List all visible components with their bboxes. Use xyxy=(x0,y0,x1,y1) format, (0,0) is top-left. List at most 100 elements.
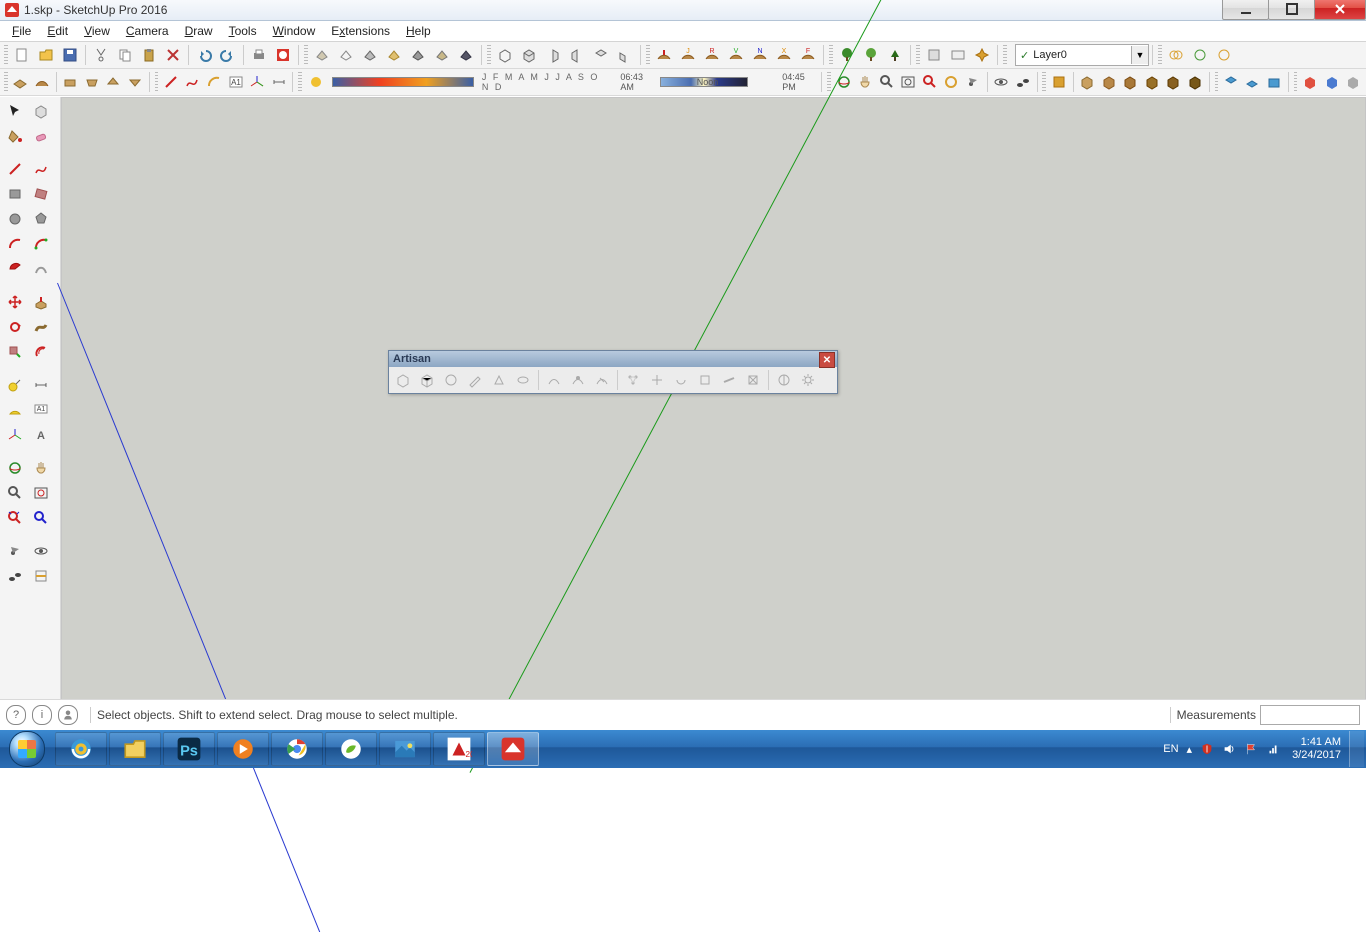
sandbox-4-button[interactable]: V xyxy=(725,44,747,66)
tray-network-icon[interactable] xyxy=(1266,742,1280,756)
grip-icon[interactable] xyxy=(1158,45,1162,65)
sandbox-drape-button[interactable] xyxy=(82,71,102,93)
rotate-button[interactable] xyxy=(3,315,27,339)
grip-icon[interactable] xyxy=(916,45,920,65)
menu-window[interactable]: Window xyxy=(265,23,324,39)
walk-button[interactable] xyxy=(1013,71,1033,93)
offset-button[interactable] xyxy=(29,340,53,364)
grip-icon[interactable] xyxy=(1215,72,1219,92)
layer-dropdown[interactable]: ✓ Layer0 ▼ xyxy=(1015,44,1149,66)
taskbar-photos-button[interactable] xyxy=(379,732,431,766)
close-button[interactable] xyxy=(1314,0,1366,20)
tray-volume-icon[interactable] xyxy=(1222,742,1236,756)
menu-view[interactable]: View xyxy=(76,23,118,39)
look-around-button[interactable] xyxy=(991,71,1011,93)
sandbox-3-button[interactable]: R xyxy=(701,44,723,66)
protractor-button[interactable] xyxy=(3,398,27,422)
zoom-extents-tool-button[interactable] xyxy=(3,506,27,530)
eraser-button[interactable] xyxy=(29,124,53,148)
measurements-input[interactable] xyxy=(1260,705,1360,725)
sandbox-detail-button[interactable] xyxy=(104,71,124,93)
taskbar-sketchup-button[interactable] xyxy=(487,732,539,766)
line-tool-button[interactable] xyxy=(161,71,181,93)
warehouse-share-button[interactable] xyxy=(1243,71,1263,93)
artisan-smooth-button[interactable] xyxy=(416,369,438,391)
taskbar-chrome-button[interactable] xyxy=(271,732,323,766)
prev-view-button[interactable] xyxy=(29,506,53,530)
sandbox-smoove-button[interactable] xyxy=(32,71,52,93)
sandbox-6-button[interactable]: X xyxy=(773,44,795,66)
artisan-reduce-button[interactable] xyxy=(742,369,764,391)
section-plane-button[interactable] xyxy=(1049,71,1069,93)
dimension-tool-button[interactable] xyxy=(269,71,289,93)
position-camera-tool-button[interactable] xyxy=(3,539,27,563)
month-slider[interactable] xyxy=(332,77,474,87)
model-info-button[interactable] xyxy=(272,44,294,66)
erase-button[interactable] xyxy=(162,44,184,66)
style-wireframe-button[interactable] xyxy=(335,44,357,66)
solid-union-button[interactable] xyxy=(1165,44,1187,66)
sandbox-1-button[interactable] xyxy=(653,44,675,66)
zoom-window-button[interactable] xyxy=(898,71,918,93)
new-button[interactable] xyxy=(11,44,33,66)
3d-text-button[interactable]: A xyxy=(29,423,53,447)
menu-camera[interactable]: Camera xyxy=(118,23,177,39)
rectangle-button[interactable] xyxy=(3,182,27,206)
artisan-paint-button[interactable] xyxy=(591,369,613,391)
warehouse-get-button[interactable] xyxy=(1221,71,1241,93)
zoom-window-tool-button[interactable] xyxy=(29,481,53,505)
solid-intersect-button[interactable] xyxy=(1213,44,1235,66)
artisan-close-button[interactable]: ✕ xyxy=(819,352,835,368)
solid-red-button[interactable] xyxy=(1300,71,1320,93)
artisan-soft-move-button[interactable] xyxy=(646,369,668,391)
grip-icon[interactable] xyxy=(155,72,159,92)
artisan-mirror-button[interactable] xyxy=(773,369,795,391)
user-icon[interactable] xyxy=(58,705,78,725)
solid-outer-shell-button[interactable] xyxy=(1077,71,1097,93)
show-desktop-button[interactable] xyxy=(1349,731,1364,767)
grip-icon[interactable] xyxy=(304,45,308,65)
artisan-select-brush-button[interactable] xyxy=(567,369,589,391)
menu-edit[interactable]: Edit xyxy=(39,23,76,39)
zoom-button[interactable] xyxy=(877,71,897,93)
artisan-crease-button[interactable] xyxy=(440,369,462,391)
taskbar-photoshop-button[interactable]: Ps xyxy=(163,732,215,766)
menu-draw[interactable]: Draw xyxy=(177,23,221,39)
artisan-settings-button[interactable] xyxy=(797,369,819,391)
paste-button[interactable] xyxy=(138,44,160,66)
orbit-tool-button[interactable] xyxy=(3,456,27,480)
grip-icon[interactable] xyxy=(646,45,650,65)
tray-clock[interactable]: 1:41 AM 3/24/2017 xyxy=(1292,736,1341,762)
pie-button[interactable] xyxy=(3,257,27,281)
artisan-soft-rotate-button[interactable] xyxy=(670,369,692,391)
solid-subtract-button[interactable] xyxy=(1189,44,1211,66)
right-view-button[interactable] xyxy=(566,44,588,66)
make-component-button[interactable] xyxy=(29,99,53,123)
tray-flag-icon[interactable] xyxy=(1244,742,1258,756)
grip-icon[interactable] xyxy=(298,72,302,92)
sandbox-flip-button[interactable] xyxy=(125,71,145,93)
copy-button[interactable] xyxy=(114,44,136,66)
taskbar-coccoc-button[interactable] xyxy=(325,732,377,766)
artisan-toolbar[interactable]: Artisan ✕ xyxy=(388,350,838,394)
pushpull-button[interactable] xyxy=(29,290,53,314)
solid-gray-button[interactable] xyxy=(1343,71,1363,93)
print-button[interactable] xyxy=(248,44,270,66)
grip-icon[interactable] xyxy=(1003,45,1007,65)
sandbox-5-button[interactable]: N xyxy=(749,44,771,66)
style-shaded-textures-button[interactable] xyxy=(431,44,453,66)
taskbar-autocad-button[interactable]: 20 xyxy=(433,732,485,766)
info-icon[interactable]: i xyxy=(32,705,52,725)
two-point-arc-button[interactable] xyxy=(29,232,53,256)
plant-2-button[interactable] xyxy=(860,44,882,66)
top-view-button[interactable] xyxy=(518,44,540,66)
circle-button[interactable] xyxy=(3,207,27,231)
artisan-make-planar-button[interactable] xyxy=(718,369,740,391)
plant-3-button[interactable] xyxy=(884,44,906,66)
follow-me-button[interactable] xyxy=(29,315,53,339)
shadow-toggle-button[interactable] xyxy=(305,71,327,93)
pan-tool-button[interactable] xyxy=(29,456,53,480)
sandbox-7-button[interactable]: F xyxy=(797,44,819,66)
tray-shield-icon[interactable] xyxy=(1200,742,1214,756)
style-xray-button[interactable] xyxy=(455,44,477,66)
